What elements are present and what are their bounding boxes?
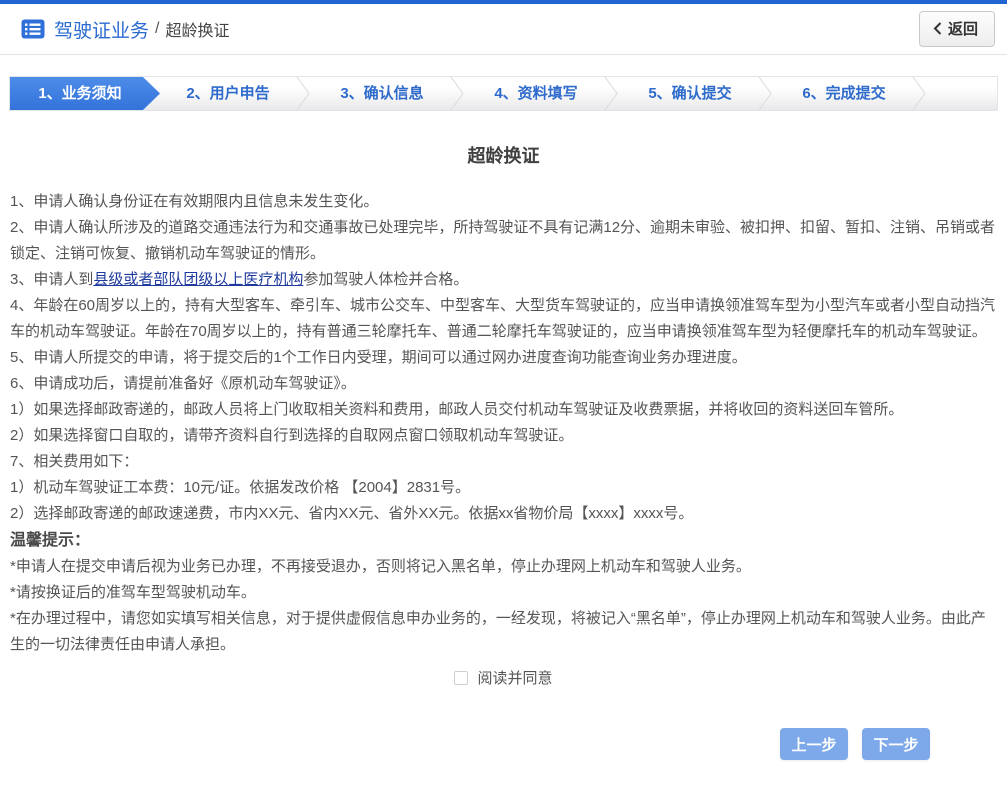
- step-separator: [604, 77, 622, 110]
- notice-item-4: 4、年龄在60周岁以上的，持有大型客车、牵引车、城市公交车、中型客车、大型货车驾…: [10, 293, 997, 345]
- notice-item-7: 7、相关费用如下：: [10, 449, 997, 475]
- back-button[interactable]: 返回: [919, 11, 995, 47]
- step-separator: [758, 77, 776, 110]
- notice-item-6-sub-2: 2）如果选择窗口自取的，请带齐资料自行到选择的自取网点窗口领取机动车驾驶证。: [10, 423, 997, 449]
- step-bar-filler: [930, 77, 997, 110]
- notice-item-7-sub-2: 2）选择邮政寄递的邮政速递费，市内XX元、省内XX元、省外XX元。依据xx省物价…: [10, 501, 997, 527]
- step-5-confirm-submit: 5、确认提交: [622, 77, 758, 110]
- next-step-button[interactable]: 下一步: [862, 728, 930, 760]
- tips-title: 温馨提示：: [10, 527, 997, 554]
- notice-item-6: 6、申请成功后，请提前准备好《原机动车驾驶证》。: [10, 371, 997, 397]
- wizard-nav-buttons: 上一步 下一步: [0, 728, 1007, 760]
- notice-content: 1、申请人确认身份证在有效期限内且信息未发生变化。 2、申请人确认所涉及的道路交…: [0, 189, 1007, 658]
- step-1-business-notice: 1、业务须知: [10, 77, 160, 110]
- step-6-complete-submit: 6、完成提交: [776, 77, 912, 110]
- step-separator: [912, 77, 930, 110]
- tip-2: *请按换证后的准驾车型驾驶机动车。: [10, 580, 997, 606]
- agree-label[interactable]: 阅读并同意: [477, 667, 552, 688]
- step-2-user-declaration: 2、用户申告: [160, 77, 296, 110]
- notice-item-6-sub-1: 1）如果选择邮政寄递的，邮政人员将上门收取相关资料和费用，邮政人员交付机动车驾驶…: [10, 397, 997, 423]
- prev-step-button[interactable]: 上一步: [780, 728, 848, 760]
- header: 驾驶证业务 / 超龄换证 返回: [0, 4, 1007, 55]
- medical-org-link[interactable]: 县级或者部队团级以上医疗机构: [93, 271, 303, 288]
- notice-item-3-suffix: 参加驾驶人体检并合格。: [303, 271, 468, 288]
- agree-checkbox[interactable]: [454, 671, 468, 685]
- notice-item-1: 1、申请人确认身份证在有效期限内且信息未发生变化。: [10, 189, 997, 215]
- notice-item-3: 3、申请人到县级或者部队团级以上医疗机构参加驾驶人体检并合格。: [10, 267, 997, 293]
- tip-3: *在办理过程中，请您如实填写相关信息，对于提供虚假信息申办业务的，一经发现，将被…: [10, 606, 997, 658]
- tip-1: *申请人在提交申请后视为业务已办理，不再接受退办，否则将记入黑名单，停止办理网上…: [10, 554, 997, 580]
- breadcrumb-root-link[interactable]: 驾驶证业务: [54, 16, 149, 43]
- step-4-material-fill: 4、资料填写: [468, 77, 604, 110]
- notice-item-5: 5、申请人所提交的申请，将于提交后的1个工作日内受理，期间可以通过网办进度查询功…: [10, 345, 997, 371]
- step-progress-bar: 1、业务须知 2、用户申告 3、确认信息 4、资料填写 5、确认提交 6、完成提…: [9, 76, 998, 111]
- breadcrumb-current: 超龄换证: [165, 17, 229, 41]
- agreement-row: 阅读并同意: [0, 667, 1007, 688]
- step-separator: [450, 77, 468, 110]
- notice-item-2: 2、申请人确认所涉及的道路交通违法行为和交通事故已处理完毕，所持驾驶证不具有记满…: [10, 215, 997, 267]
- step-separator: [296, 77, 314, 110]
- step-3-confirm-info: 3、确认信息: [314, 77, 450, 110]
- list-icon: [21, 19, 45, 39]
- chevron-left-icon: [933, 22, 942, 35]
- notice-item-3-prefix: 3、申请人到: [10, 271, 93, 288]
- breadcrumb-separator: /: [155, 20, 159, 38]
- back-button-label: 返回: [948, 18, 978, 39]
- notice-item-7-sub-1: 1）机动车驾驶证工本费：10元/证。依据发改价格 【2004】2831号。: [10, 475, 997, 501]
- page-title: 超龄换证: [0, 142, 1007, 168]
